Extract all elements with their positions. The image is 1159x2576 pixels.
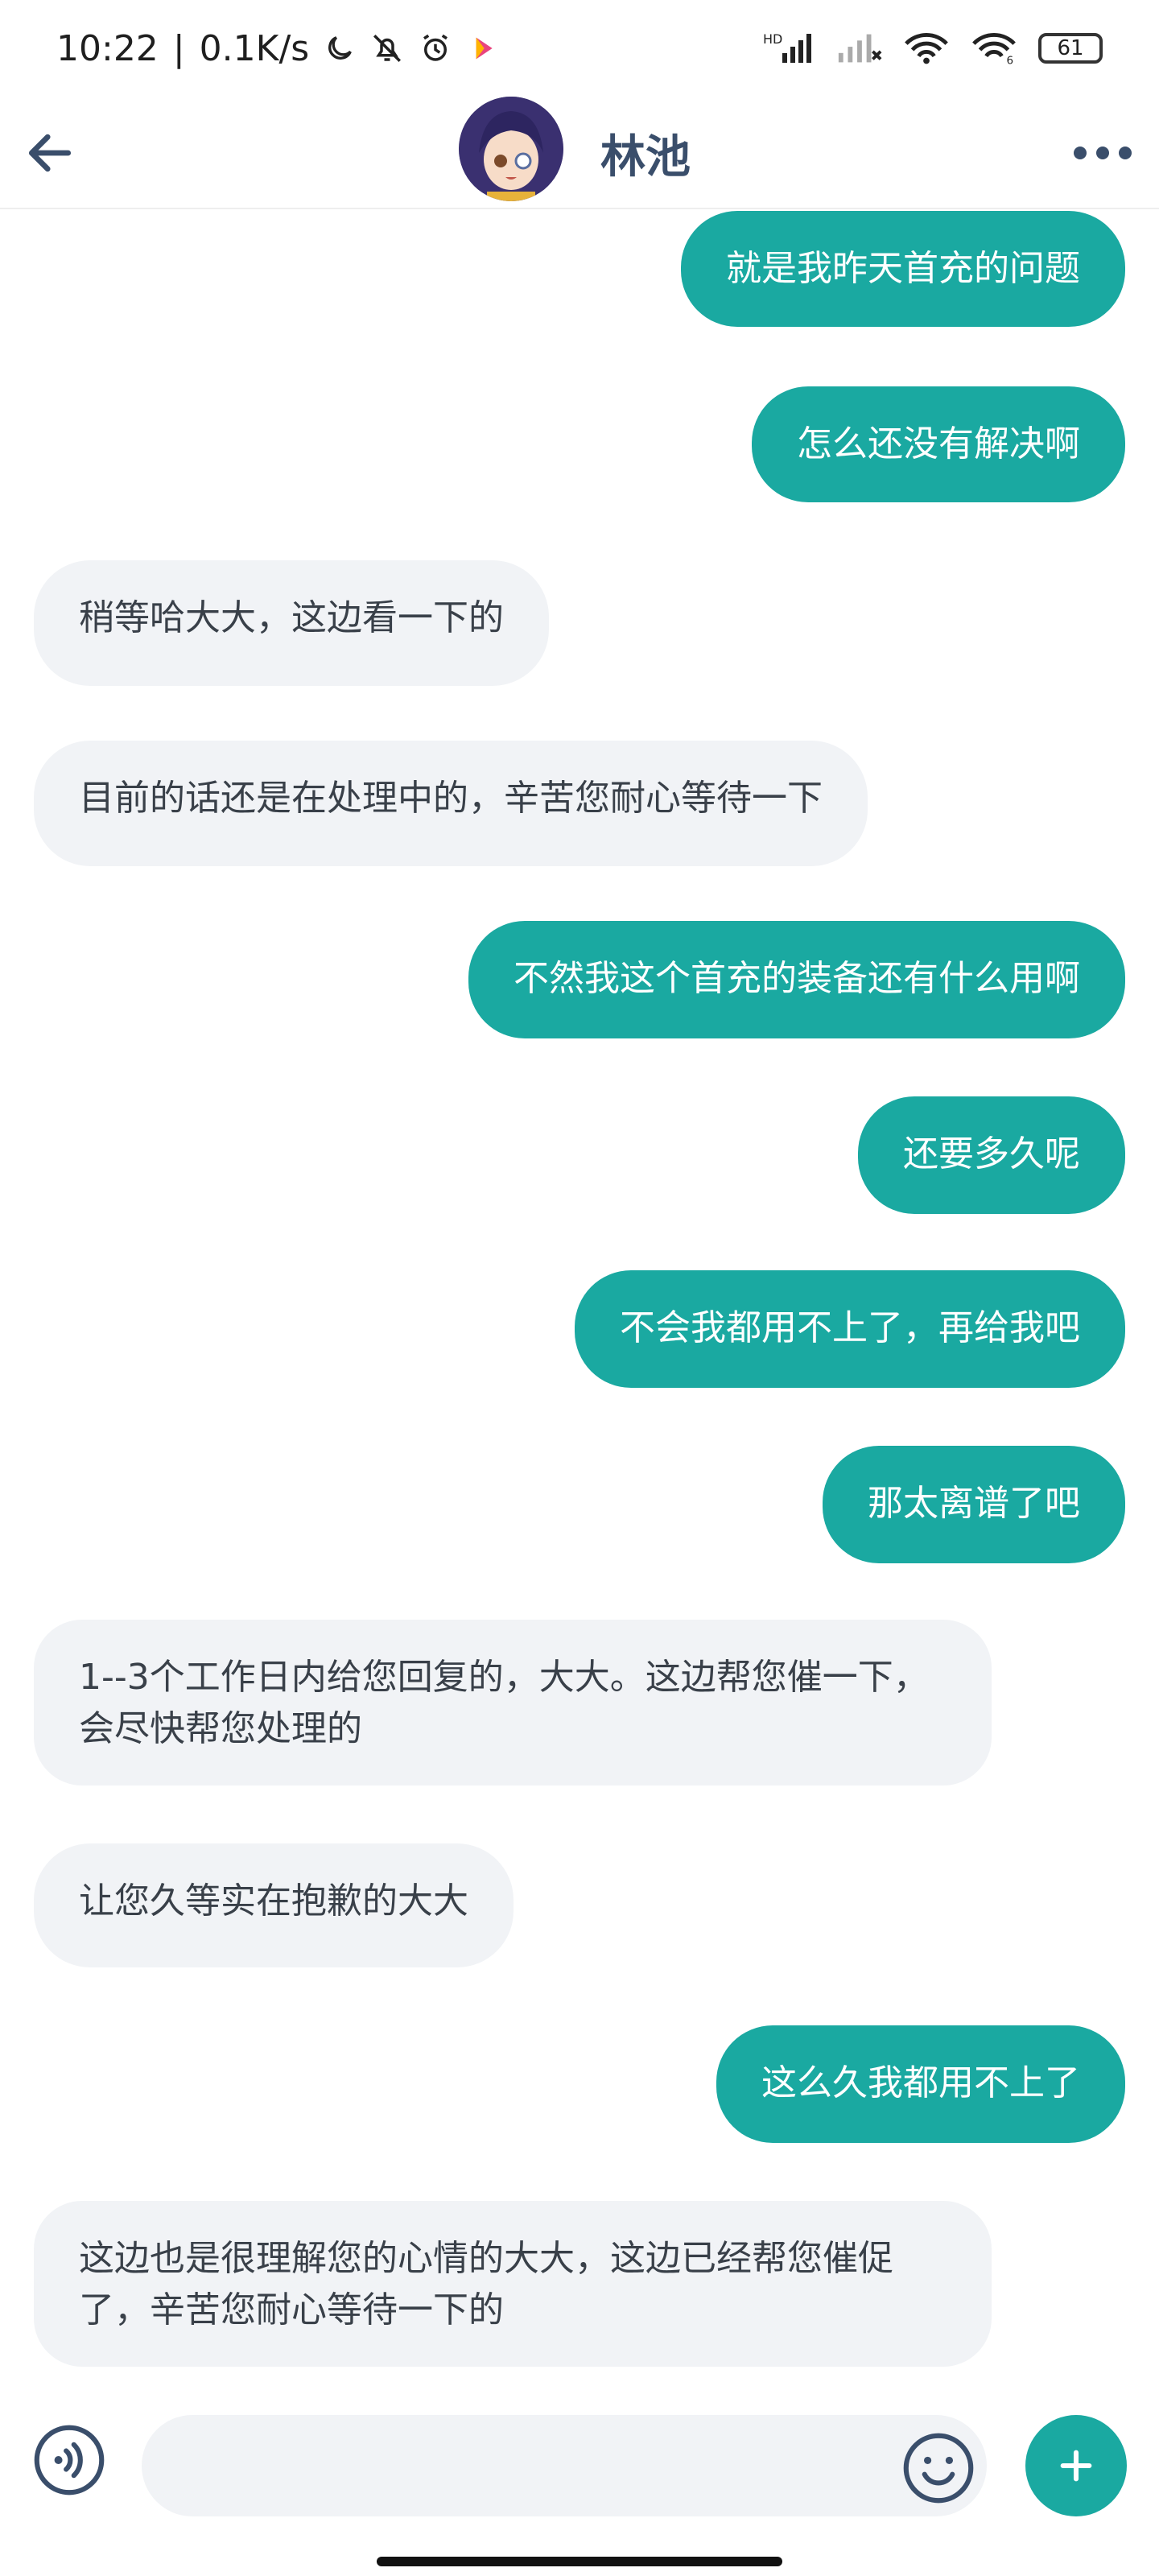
moon-icon — [328, 36, 353, 60]
network-speed: 0.1K/s — [199, 27, 310, 69]
home-indicator[interactable] — [377, 2557, 782, 2566]
more-dots-icon[interactable] — [1070, 137, 1135, 169]
status-divider: | — [172, 27, 185, 69]
message-bubble-incoming[interactable]: 这边也是很理解您的心情的大大，这边已经帮您催促了，辛苦您耐心等待一下的 — [34, 2201, 992, 2367]
composer-bar — [0, 2391, 1159, 2576]
message-bubble-outgoing[interactable]: 不然我这个首充的装备还有什么用啊 — [468, 921, 1125, 1038]
app-icon — [476, 37, 493, 60]
message-bubble-outgoing[interactable]: 还要多久呢 — [858, 1096, 1125, 1214]
battery-level: 61 — [1057, 36, 1084, 60]
bell-off-icon — [373, 35, 402, 62]
hd-signal-icon: HD — [763, 31, 811, 63]
wifi6-icon: 6 — [972, 33, 1016, 66]
message-bubble-outgoing[interactable]: 这么久我都用不上了 — [716, 2025, 1125, 2143]
svg-text:HD: HD — [763, 31, 782, 47]
signal-icon — [838, 34, 882, 63]
status-time: 10:22 — [56, 27, 159, 69]
svg-text:6: 6 — [1006, 54, 1013, 66]
message-bubble-incoming[interactable]: 稍等哈大大，这边看一下的 — [34, 560, 549, 686]
status-bar: 10:22 | 0.1K/s HD 6 61 — [0, 0, 1159, 97]
message-bubble-incoming[interactable]: 1--3个工作日内给您回复的，大大。这边帮您催一下，会尽快帮您处理的 — [34, 1620, 992, 1785]
message-bubble-outgoing[interactable]: 就是我昨天首充的问题 — [681, 211, 1125, 327]
message-bubble-outgoing[interactable]: 那太离谱了吧 — [823, 1446, 1125, 1563]
emoji-icon[interactable] — [901, 2431, 975, 2505]
message-input[interactable] — [142, 2415, 987, 2516]
plus-icon — [1060, 2450, 1092, 2482]
avatar-illustration — [459, 97, 563, 201]
voice-icon[interactable] — [32, 2423, 106, 2497]
contact-name: 林池 — [600, 131, 691, 184]
message-bubble-incoming[interactable]: 让您久等实在抱歉的大大 — [34, 1843, 514, 1967]
status-left: 10:22 | 0.1K/s — [56, 28, 499, 69]
battery-icon: 61 — [1038, 33, 1103, 64]
status-right: HD 6 61 — [763, 31, 1103, 66]
arrow-left-icon[interactable] — [23, 126, 77, 180]
wifi-icon — [905, 33, 948, 64]
avatar[interactable] — [459, 97, 563, 201]
message-bubble-outgoing[interactable]: 怎么还没有解决啊 — [752, 386, 1125, 502]
plus-button[interactable] — [1025, 2415, 1127, 2516]
alarm-icon — [423, 34, 448, 61]
chat-header: 林池 — [0, 97, 1159, 209]
message-bubble-outgoing[interactable]: 不会我都用不上了，再给我吧 — [575, 1270, 1125, 1388]
message-bubble-incoming[interactable]: 目前的话还是在处理中的，辛苦您耐心等待一下 — [34, 741, 868, 866]
